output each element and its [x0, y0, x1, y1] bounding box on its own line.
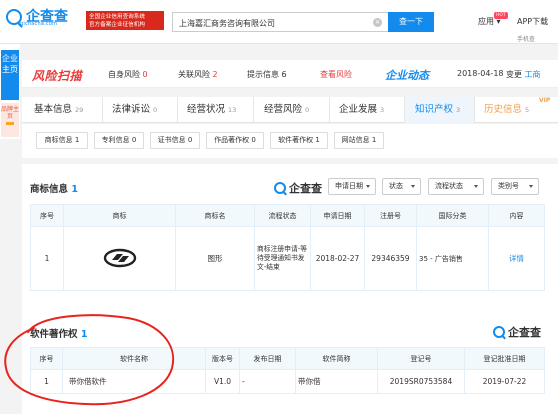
qcc-stamp-icon [274, 182, 286, 194]
filter-process-status[interactable]: 流程状态 [428, 178, 484, 195]
logo-subtitle: qichacha.com [20, 21, 58, 27]
tab-history[interactable]: 历史信息 5 [484, 97, 529, 123]
cell-version: V1.0 [205, 369, 240, 394]
risk-self[interactable]: 自身风险 0 [108, 69, 148, 80]
main-tabs: 基本信息 29 法律诉讼 0 经营状况 13 经营风险 0 企业发展 3 知识产… [22, 97, 558, 123]
nav-app-download[interactable]: APP下载 [517, 16, 548, 27]
filter-status[interactable]: 状态 [382, 178, 421, 195]
subtab-patent[interactable]: 专利信息 0 [94, 132, 144, 149]
trademark-section-title: 商标信息 1 [30, 184, 78, 195]
tab-operation-risk[interactable]: 经营风险 0 [264, 97, 309, 123]
software-table: 序号 软件名称 版本号 发布日期 软件简称 登记号 登记批准日期 1 带你借软件… [30, 347, 545, 394]
col-header: 国际分类 [416, 204, 489, 227]
top-header: 企查查 qichacha.com 全国企业信用查询系统 官方备案企业征信机构 上… [0, 0, 558, 44]
col-header: 序号 [30, 204, 64, 227]
col-header: 商标 [63, 204, 176, 227]
col-header: 登记批准日期 [464, 347, 545, 370]
risk-scan-logo: 风险扫描 [32, 69, 83, 83]
col-header: 内容 [488, 204, 545, 227]
col-header: 登记号 [377, 347, 465, 370]
col-header: 注册号 [364, 204, 417, 227]
cell-software-name: 带你借软件 [62, 369, 206, 394]
subtab-works-copyright[interactable]: 作品著作权 0 [206, 132, 264, 149]
qcc-watermark: 企查查 [274, 180, 322, 196]
view-risk-link[interactable]: 查看风险 [320, 69, 352, 80]
table-header-row: 序号 商标 商标名 流程状态 申请日期 注册号 国际分类 内容 [30, 204, 545, 227]
subtab-website[interactable]: 网站信息 1 [334, 132, 384, 149]
ip-subtabs: 商标信息 1 专利信息 0 证书信息 0 作品著作权 0 软件著作权 1 网站信… [22, 124, 558, 158]
tab-litigation[interactable]: 法律诉讼 0 [112, 97, 157, 123]
cell-no: 1 [30, 226, 64, 291]
col-header: 申请日期 [310, 204, 365, 227]
hot-badge: HOT [494, 12, 508, 19]
slogan-banner: 全国企业信用查询系统 官方备案企业征信机构 [86, 11, 164, 30]
filter-apply-date[interactable]: 申请日期 [328, 178, 376, 195]
cell-class: 35 - 广告销售 [416, 226, 489, 291]
cell-process-status: 商标注册申请-等待受理通知书发文-结束 [254, 226, 311, 291]
trademark-logo-icon [103, 248, 136, 267]
nav-mobile-link[interactable]: 手机查 [517, 34, 535, 43]
cell-publish-date: - [239, 369, 296, 394]
col-header: 软件名称 [62, 347, 206, 370]
cell-apply-date: 2018-02-27 [310, 226, 365, 291]
slogan-line-1: 全国企业信用查询系统 [89, 13, 145, 20]
brand-marker-icon [6, 122, 14, 125]
detail-link[interactable]: 详情 [488, 226, 545, 291]
chevron-down-icon [366, 185, 370, 188]
qcc-stamp-icon [493, 326, 505, 338]
news-text[interactable]: 变更 工商 [506, 69, 541, 80]
tab-development[interactable]: 企业发展 3 [339, 97, 384, 123]
sidebar-brand-home[interactable]: 品牌主页 [1, 103, 19, 137]
company-news-logo: 企业动态 [385, 69, 429, 82]
table-header-row: 序号 软件名称 版本号 发布日期 软件简称 登记号 登记批准日期 [30, 347, 545, 370]
filter-class[interactable]: 类别号 [491, 178, 539, 195]
search-input[interactable]: 上海嘉汇商务咨询有限公司 ✕ [172, 12, 388, 32]
risk-related[interactable]: 关联风险 2 [178, 69, 218, 80]
search-button[interactable]: 查一下 [388, 12, 434, 32]
chevron-down-icon [411, 185, 415, 188]
col-header: 发布日期 [239, 347, 296, 370]
risk-scan-bar: 风险扫描 自身风险 0 关联风险 2 提示信息 6 查看风险 企业动态 2018… [22, 60, 558, 88]
col-header: 流程状态 [254, 204, 311, 227]
col-header: 版本号 [205, 347, 240, 370]
tab-ip[interactable]: 知识产权 3 [405, 97, 474, 123]
sidebar-company-home[interactable]: 企业主页 [1, 50, 19, 100]
vip-badge: VIP [539, 97, 551, 104]
chevron-down-icon [474, 185, 478, 188]
slogan-line-2: 官方备案企业征信机构 [89, 21, 145, 28]
software-section-title: 软件著作权 1 [30, 329, 88, 340]
cell-trademark-name: 图形 [175, 226, 255, 291]
table-row: 1 带你借软件 V1.0 - 带你借 2019SR0753584 2019-07… [30, 369, 545, 394]
subtab-certificate[interactable]: 证书信息 0 [150, 132, 200, 149]
trademark-image[interactable] [63, 226, 176, 291]
cell-no: 1 [30, 369, 63, 394]
tab-operation[interactable]: 经营状况 13 [187, 97, 236, 123]
qcc-watermark: 企查查 [493, 324, 541, 340]
trademark-table: 序号 商标 商标名 流程状态 申请日期 注册号 国际分类 内容 1 图形 商标注… [30, 204, 545, 291]
cell-approve-date: 2019-07-22 [464, 369, 545, 394]
risk-notice[interactable]: 提示信息 6 [247, 69, 287, 80]
chevron-down-icon [529, 185, 533, 188]
table-row: 1 图形 商标注册申请-等待受理通知书发文-结束 2018-02-27 2934… [30, 226, 545, 291]
col-header: 软件简称 [295, 347, 378, 370]
content-panel: 商标信息 1 企查查 申请日期 状态 流程状态 类别号 序号 商标 商标名 流程… [22, 164, 558, 414]
col-header: 商标名 [175, 204, 255, 227]
col-header: 序号 [30, 347, 63, 370]
tab-basic-info[interactable]: 基本信息 29 [34, 97, 83, 123]
subtab-software-copyright[interactable]: 软件著作权 1 [270, 132, 328, 149]
clear-icon[interactable]: ✕ [373, 18, 382, 27]
cell-reg-no: 29346359 [364, 226, 417, 291]
sidebar-brand-label: 品牌主页 [1, 106, 20, 120]
cell-reg-no: 2019SR0753584 [377, 369, 465, 394]
cell-short-name: 带你借 [295, 369, 378, 394]
left-sidebar: 企业主页 品牌主页 [0, 44, 20, 139]
news-date: 2018-04-18 [457, 69, 504, 78]
subtab-trademark[interactable]: 商标信息 1 [36, 132, 88, 149]
search-value: 上海嘉汇商务咨询有限公司 [179, 19, 275, 28]
